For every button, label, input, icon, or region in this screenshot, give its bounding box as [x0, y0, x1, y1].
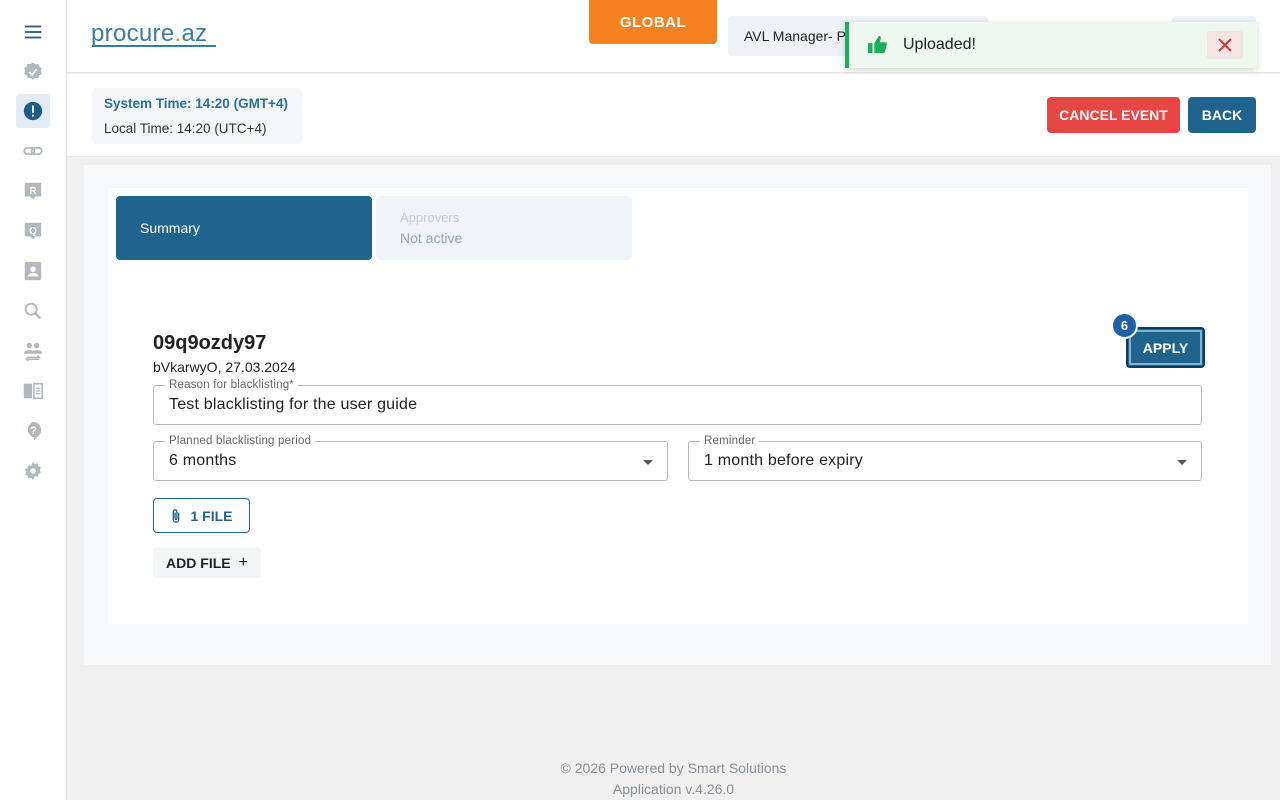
contact-card-icon[interactable] [16, 254, 50, 288]
tab-approvers[interactable]: Approvers Not active [376, 196, 632, 260]
tab-approvers-label: Approvers [400, 210, 460, 225]
logo-underline [92, 45, 216, 47]
svg-text:R: R [29, 186, 37, 197]
system-time: System Time: 14:20 (GMT+4) [104, 96, 288, 111]
search-icon[interactable] [16, 294, 50, 328]
footer-copyright: © 2026 Powered by Smart Solutions [560, 760, 787, 776]
step-badge: 6 [1111, 312, 1138, 339]
time-bar: System Time: 14:20 (GMT+4) Local Time: 1… [67, 74, 1280, 157]
toast-message: Uploaded! [903, 36, 976, 53]
alert-icon[interactable] [16, 94, 50, 128]
global-button[interactable]: GLOBAL [589, 0, 717, 44]
paperclip-icon [173, 508, 180, 523]
reminder-value: 1 month before expiry [704, 452, 863, 469]
local-time: Local Time: 14:20 (UTC+4) [104, 121, 267, 136]
q-tag-icon[interactable]: Q [16, 214, 50, 248]
people-swap-icon[interactable] [16, 334, 50, 368]
footer-version: Application v.4.26.0 [612, 781, 735, 797]
back-button[interactable]: BACK [1188, 97, 1256, 133]
logo-text: procure [91, 20, 175, 47]
link-icon[interactable] [16, 134, 50, 168]
files-label: 1 FILE [190, 507, 233, 524]
reason-label: Reason for blacklisting* [165, 378, 298, 392]
tab-approvers-status: Not active [400, 230, 463, 246]
r-tag-icon[interactable]: R [16, 174, 50, 208]
verified-badge-icon[interactable] [16, 55, 50, 89]
chevron-down-icon [1177, 460, 1187, 465]
plus-icon: + [238, 553, 248, 571]
help-icon[interactable]: ? [16, 414, 50, 448]
files-button[interactable]: 1 FILE [153, 498, 250, 533]
period-select[interactable]: Planned blacklisting period 6 months [153, 434, 668, 481]
period-value: 6 months [169, 452, 237, 469]
chevron-down-icon [643, 460, 653, 465]
svg-text:Q: Q [29, 226, 37, 237]
reason-value: Test blacklisting for the user guide [169, 396, 418, 413]
time-box: System Time: 14:20 (GMT+4) Local Time: 1… [92, 88, 302, 144]
reminder-select[interactable]: Reminder 1 month before expiry [688, 434, 1202, 481]
logo-suffix: az [181, 20, 208, 47]
reminder-label: Reminder [700, 434, 760, 448]
add-file-button[interactable]: ADD FILE + [153, 547, 261, 578]
book-icon[interactable] [16, 374, 50, 408]
menu-icon[interactable] [16, 15, 50, 49]
logo[interactable]: procure.az [91, 20, 207, 48]
event-id: 09q9ozdy97 [153, 332, 267, 354]
apply-button[interactable]: APPLY [1126, 327, 1205, 368]
period-label: Planned blacklisting period [165, 434, 316, 448]
upload-toast: Uploaded! [845, 22, 1257, 68]
sidebar: R Q ? [0, 0, 67, 800]
tab-summary[interactable]: Summary [116, 196, 372, 260]
add-file-label: ADD FILE [166, 554, 231, 571]
gear-icon[interactable] [16, 454, 50, 488]
thumbs-up-icon [867, 35, 887, 54]
cancel-event-button[interactable]: CANCEL EVENT [1047, 97, 1180, 133]
reason-field[interactable]: Reason for blacklisting* Test blacklisti… [153, 378, 1202, 425]
event-meta: bVkarwyO, 27.03.2024 [153, 359, 296, 375]
close-icon [1218, 38, 1232, 52]
footer: © 2026 Powered by Smart Solutions Applic… [67, 758, 1280, 800]
svg-text:?: ? [30, 425, 37, 437]
close-toast-button[interactable] [1207, 31, 1243, 59]
